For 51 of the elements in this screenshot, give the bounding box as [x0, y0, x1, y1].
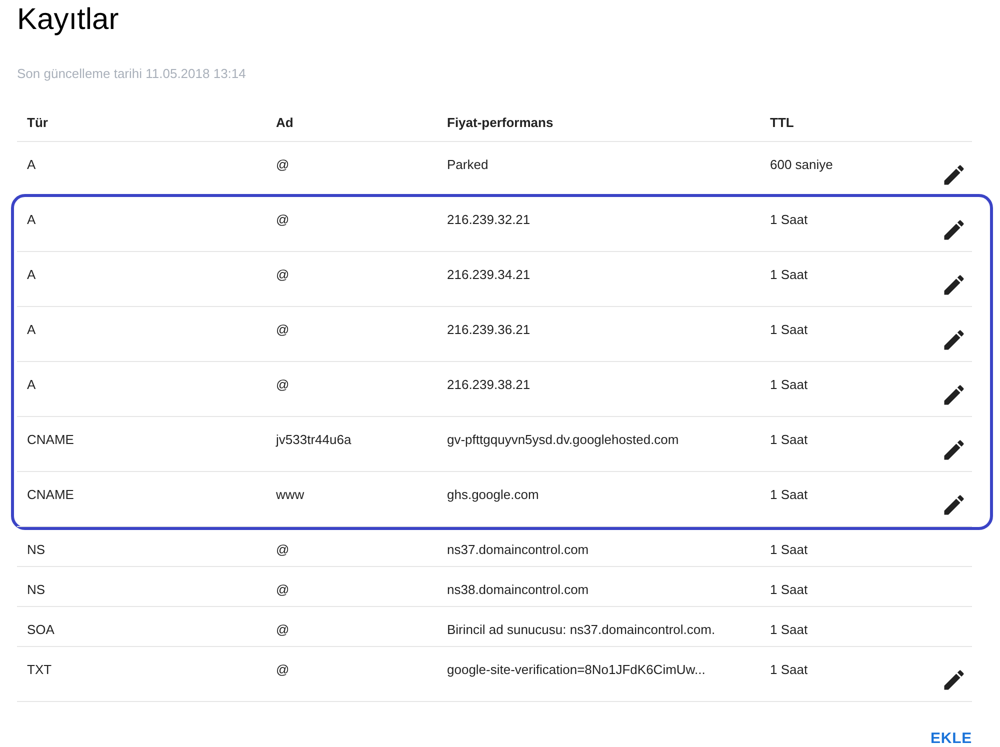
- table-cell: A: [27, 376, 36, 392]
- table-cell: 1 Saat: [770, 486, 808, 502]
- table-cell: TXT: [27, 662, 52, 676]
- table-cell: A: [27, 156, 36, 172]
- table-cell: A: [27, 266, 36, 282]
- table-cell: 1 Saat: [770, 622, 808, 636]
- column-header: Tür: [27, 114, 48, 130]
- table-cell: NS: [27, 542, 46, 556]
- table-cell: 1 Saat: [770, 542, 808, 556]
- table-cell: Parked: [447, 156, 488, 172]
- add-button[interactable]: EKLE: [930, 728, 972, 747]
- table-cell: CNAME: [27, 486, 74, 502]
- table-cell: 216.239.32.21: [447, 212, 530, 226]
- table-cell: 600 saniye: [770, 156, 833, 172]
- table-cell: A: [27, 212, 36, 226]
- table-cell: 1 Saat: [770, 662, 808, 676]
- table-cell: gv-pfttgquyvn5ysd.dv.googlehosted.com: [447, 432, 679, 446]
- table-cell: NS: [27, 582, 46, 596]
- table-cell: ghs.google.com: [447, 486, 539, 502]
- table-cell: @: [276, 542, 290, 556]
- table-cell: @: [276, 662, 290, 676]
- column-header: Ad: [276, 114, 294, 130]
- column-header: TTL: [770, 114, 794, 130]
- table-cell: SOA: [27, 622, 54, 636]
- table-cell: 1 Saat: [770, 376, 808, 392]
- table-cell: 216.239.36.21: [447, 322, 530, 336]
- table-cell: @: [276, 212, 290, 226]
- table-cell: @: [276, 156, 290, 172]
- table-cell: 1 Saat: [770, 212, 808, 226]
- table-cell: @: [276, 582, 290, 596]
- table-cell: @: [276, 622, 290, 636]
- table-cell: www: [276, 486, 304, 502]
- table-cell: ns37.domaincontrol.com: [447, 542, 589, 556]
- table-cell: 216.239.34.21: [447, 266, 530, 282]
- page-title: Kayıtlar: [17, 2, 120, 38]
- table-cell: 1 Saat: [770, 266, 808, 282]
- table-cell: 1 Saat: [770, 582, 808, 596]
- table-cell: ns38.domaincontrol.com: [447, 582, 589, 596]
- table-cell: A: [27, 322, 36, 336]
- table-cell: @: [276, 376, 290, 392]
- column-header: Fiyat-performans: [447, 114, 554, 130]
- table-cell: @: [276, 266, 290, 282]
- table-cell: CNAME: [27, 432, 74, 446]
- table-cell: jv533tr44u6a: [276, 432, 352, 446]
- table-cell: 216.239.38.21: [447, 376, 530, 392]
- table-cell: 1 Saat: [770, 432, 808, 446]
- table-cell: 1 Saat: [770, 322, 808, 336]
- table-cell: @: [276, 322, 290, 336]
- table-cell: Birincil ad sunucusu: ns37.domaincontrol.com.: [447, 622, 716, 636]
- table-cell: google-site-verification=8No1JFdK6CimUw...: [447, 662, 706, 676]
- last-updated-text: Son güncelleme tarihi 11.05.2018 13:14: [17, 65, 247, 83]
